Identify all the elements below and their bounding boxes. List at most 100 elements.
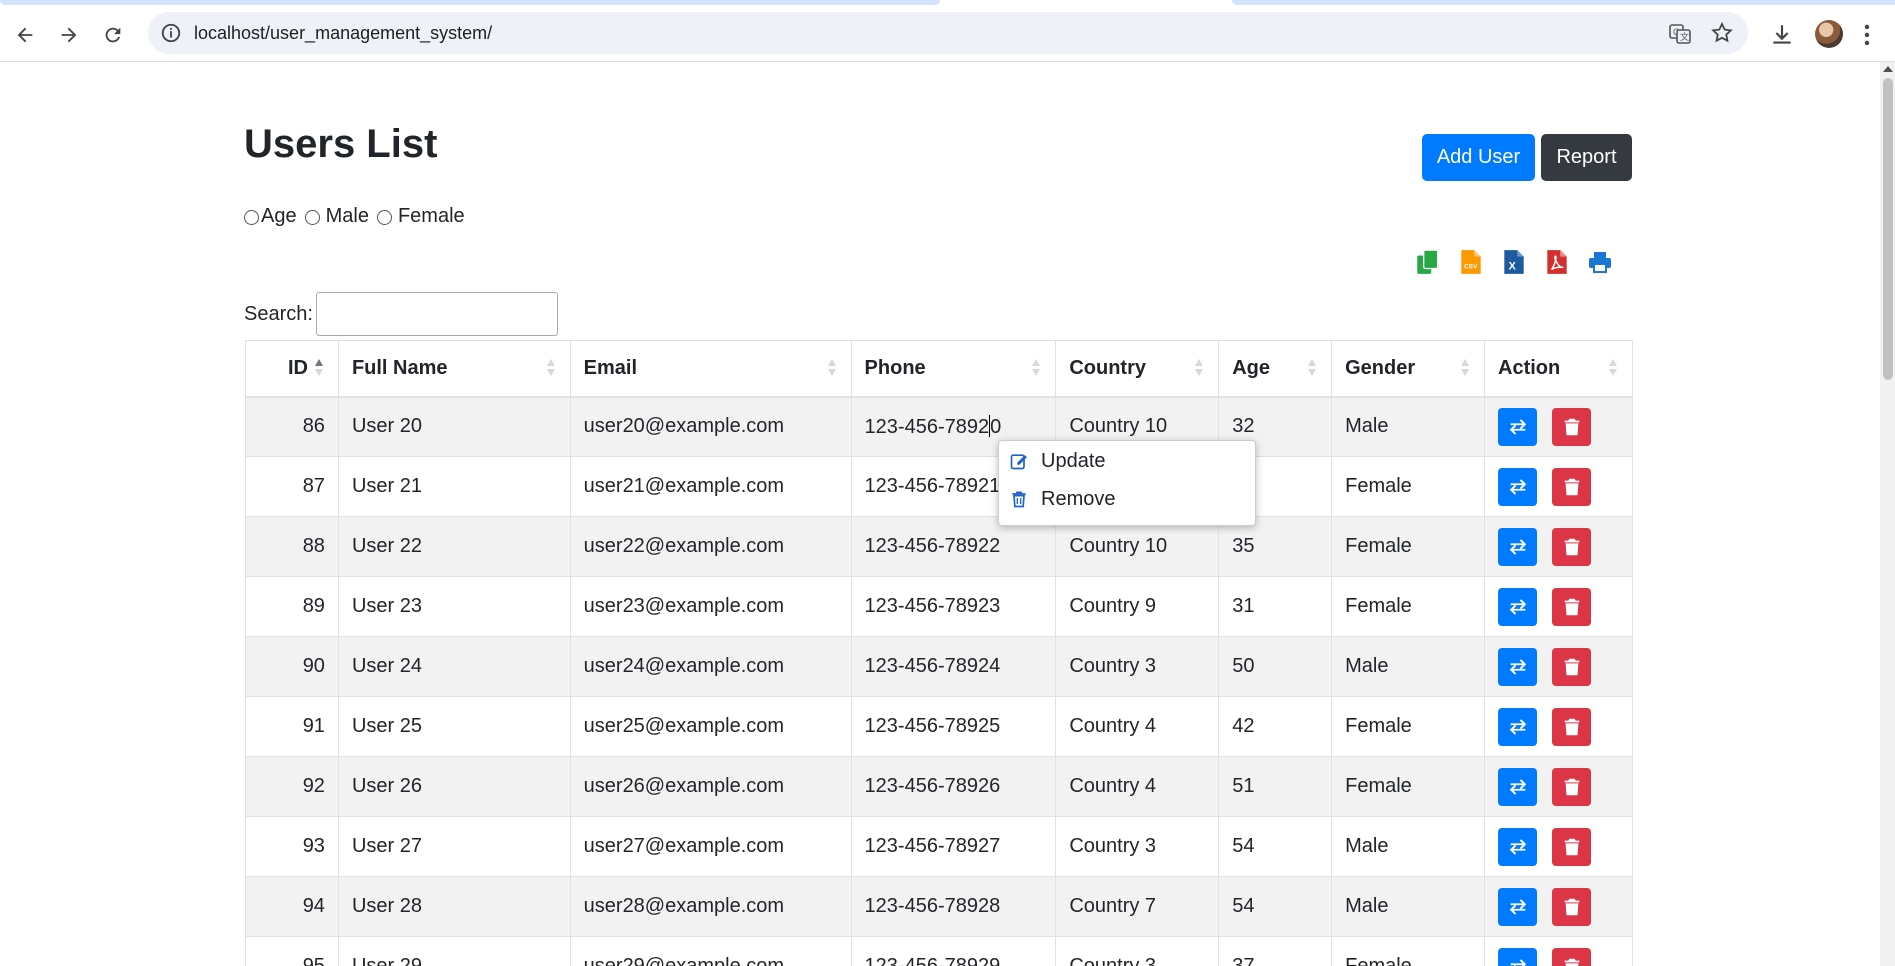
cell-id: 88 — [245, 516, 339, 577]
cell-id: 87 — [245, 456, 339, 517]
trash-icon — [1564, 478, 1579, 495]
column-header-phone[interactable]: Phone — [850, 340, 1057, 398]
column-header-gender[interactable]: Gender — [1331, 340, 1485, 398]
update-button[interactable] — [1498, 767, 1537, 806]
cell-gender: Male — [1331, 876, 1485, 937]
forward-icon[interactable] — [54, 20, 84, 50]
delete-button[interactable] — [1552, 947, 1591, 966]
browser-menu-icon[interactable] — [1862, 22, 1872, 48]
excel-icon[interactable]: X — [1500, 247, 1528, 277]
url-text[interactable]: localhost/user_management_system/ — [194, 23, 492, 44]
page-scrollbar[interactable] — [1880, 62, 1895, 966]
cell-email: user21@example.com — [569, 456, 852, 517]
cell-gender: Female — [1331, 516, 1485, 577]
delete-button[interactable] — [1552, 647, 1591, 686]
tab-right[interactable] — [1232, 0, 1895, 5]
search-area: Search: — [244, 292, 558, 336]
table-row[interactable]: 89 User 23 user23@example.com 123-456-78… — [245, 576, 1633, 637]
scroll-up-icon[interactable] — [1883, 66, 1893, 72]
table-row[interactable]: 91 User 25 user25@example.com 123-456-78… — [245, 696, 1633, 757]
profile-avatar[interactable] — [1815, 20, 1843, 48]
table-row[interactable]: 86 User 20 user20@example.com 123-456-78… — [245, 396, 1633, 457]
delete-button[interactable] — [1552, 767, 1591, 806]
exchange-icon — [1509, 718, 1526, 735]
update-button[interactable] — [1498, 887, 1537, 926]
reload-icon[interactable] — [98, 20, 128, 50]
cell-full-name: User 28 — [337, 876, 571, 937]
delete-button[interactable] — [1552, 587, 1591, 626]
update-button[interactable] — [1498, 467, 1537, 506]
svg-text:文: 文 — [1680, 31, 1689, 42]
column-header-label: Country — [1069, 356, 1146, 379]
delete-button[interactable] — [1552, 827, 1591, 866]
delete-button[interactable] — [1552, 707, 1591, 746]
trash-icon — [1564, 718, 1579, 735]
context-menu-remove[interactable]: Remove — [1009, 484, 1115, 514]
cell-action — [1484, 516, 1633, 577]
cell-country: Country 3 — [1055, 936, 1220, 966]
column-header-email[interactable]: Email — [569, 340, 852, 398]
cell-country: Country 4 — [1055, 696, 1220, 757]
table-row[interactable]: 93 User 27 user27@example.com 123-456-78… — [245, 816, 1633, 877]
update-button[interactable] — [1498, 407, 1537, 446]
download-icon[interactable] — [1769, 22, 1795, 48]
search-input[interactable] — [315, 292, 558, 336]
cell-action — [1484, 636, 1633, 697]
csv-icon[interactable]: CSV — [1457, 247, 1485, 277]
age-radio[interactable] — [244, 210, 259, 225]
address-bar[interactable]: localhost/user_management_system/ G 文 — [148, 12, 1748, 54]
back-icon[interactable] — [10, 20, 40, 50]
update-button[interactable] — [1498, 827, 1537, 866]
table-row[interactable]: 95 User 29 user29@example.com 123-456-78… — [245, 936, 1633, 966]
sort-icon — [1308, 359, 1317, 377]
male-label: Male — [325, 205, 369, 227]
column-header-full-name[interactable]: Full Name — [337, 340, 571, 398]
female-radio[interactable] — [376, 210, 392, 225]
cell-full-name: User 22 — [337, 516, 571, 577]
table-row[interactable]: 88 User 22 user22@example.com 123-456-78… — [245, 516, 1633, 577]
site-info-icon[interactable] — [160, 22, 182, 44]
cell-action — [1484, 696, 1633, 757]
column-header-label: Age — [1232, 356, 1270, 379]
cell-gender: Female — [1331, 696, 1485, 757]
print-icon[interactable] — [1586, 247, 1614, 277]
cell-phone: 123-456-78925 — [850, 696, 1057, 757]
cell-id: 94 — [245, 876, 339, 937]
delete-button[interactable] — [1552, 527, 1591, 566]
add-user-button[interactable]: Add User — [1422, 134, 1535, 181]
copy-icon[interactable] — [1414, 247, 1442, 277]
cell-full-name: User 20 — [337, 396, 571, 457]
male-radio[interactable] — [304, 210, 320, 225]
translate-icon[interactable]: G 文 — [1668, 22, 1692, 46]
column-header-action[interactable]: Action — [1484, 340, 1633, 398]
table-row[interactable]: 94 User 28 user28@example.com 123-456-78… — [245, 876, 1633, 937]
table-row[interactable]: 90 User 24 user24@example.com 123-456-78… — [245, 636, 1633, 697]
scrollbar-thumb[interactable] — [1883, 78, 1893, 380]
update-button[interactable] — [1498, 947, 1537, 966]
cell-id: 86 — [245, 396, 339, 457]
svg-text:X: X — [1509, 261, 1517, 273]
context-menu-update[interactable]: Update — [1009, 446, 1106, 476]
trash-icon — [1564, 778, 1579, 795]
cell-email: user29@example.com — [569, 936, 852, 966]
sort-icon — [827, 359, 837, 377]
column-header-label: Full Name — [351, 356, 448, 379]
update-button[interactable] — [1498, 527, 1537, 566]
column-header-id[interactable]: ID — [245, 340, 339, 398]
report-button[interactable]: Report — [1541, 134, 1632, 181]
column-header-country[interactable]: Country — [1055, 340, 1220, 398]
delete-button[interactable] — [1552, 887, 1591, 926]
cell-gender: Female — [1331, 756, 1485, 817]
column-header-age[interactable]: Age — [1218, 340, 1333, 398]
update-button[interactable] — [1498, 587, 1537, 626]
delete-button[interactable] — [1552, 407, 1591, 446]
table-row[interactable]: 87 User 21 user21@example.com 123-456-78… — [245, 456, 1633, 517]
update-button[interactable] — [1498, 707, 1537, 746]
update-button[interactable] — [1498, 647, 1537, 686]
delete-button[interactable] — [1552, 467, 1591, 506]
phone-text-part: 0 — [990, 415, 1002, 438]
pdf-icon[interactable] — [1543, 247, 1571, 277]
bookmark-star-icon[interactable] — [1710, 21, 1734, 45]
tab-left[interactable] — [0, 0, 940, 5]
table-row[interactable]: 92 User 26 user26@example.com 123-456-78… — [245, 756, 1633, 817]
